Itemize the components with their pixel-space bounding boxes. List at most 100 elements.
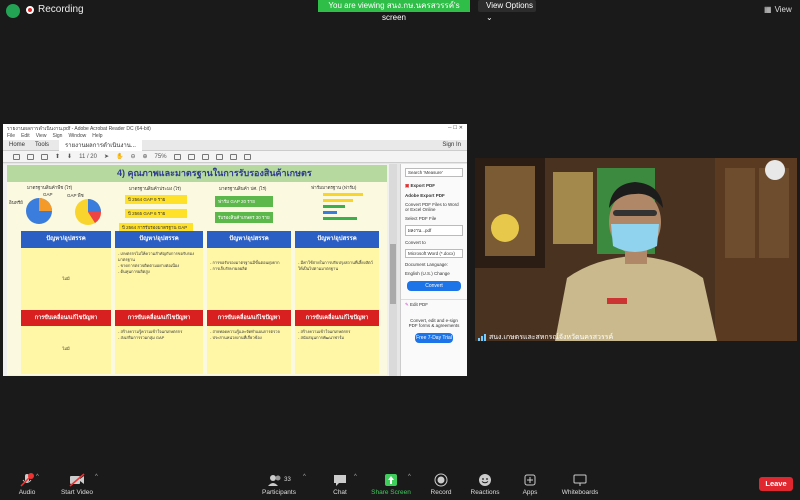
chart5-caption: ฟาร์มมาตรฐาน (ฟาร์ม) bbox=[311, 185, 357, 190]
shared-acrobat-window: รายงานผลการดำเนินงาน.pdf - Adobe Acrobat… bbox=[3, 124, 467, 376]
zoom-value[interactable]: 75% bbox=[155, 154, 167, 160]
reactions-label: Reactions bbox=[470, 489, 500, 496]
column-3-problem-header: ปัญหา/อุปสรรค bbox=[207, 231, 291, 248]
video-frame bbox=[475, 158, 797, 341]
menu-file[interactable]: File bbox=[7, 133, 15, 140]
grid-icon: ▦ bbox=[764, 5, 772, 14]
chart5-bar-3 bbox=[323, 205, 345, 208]
adobe-export-label: Adobe Export PDF bbox=[405, 193, 445, 198]
participants-icon: 33 bbox=[267, 473, 291, 487]
highlight-icon[interactable] bbox=[187, 153, 195, 160]
recording-label: Recording bbox=[38, 4, 84, 15]
share-screen-label: Share Screen bbox=[371, 489, 411, 496]
window-controls[interactable]: ─ ☐ ✕ bbox=[448, 125, 463, 132]
cursor-icon[interactable]: ➤ bbox=[104, 153, 109, 160]
leave-button[interactable]: Leave bbox=[759, 477, 793, 491]
search-icon[interactable] bbox=[41, 153, 48, 160]
page-indicator[interactable]: 11 / 20 bbox=[79, 154, 97, 160]
apps-button[interactable]: Apps bbox=[503, 473, 557, 496]
participant-count: 33 bbox=[284, 477, 291, 483]
participant-name-tag: สนง.เกษตรและสหกรณ์จังหวัดนครสวรรค์ bbox=[478, 332, 613, 343]
info-box-5: รับรองสินค้าเกษตร 30 ราย bbox=[215, 212, 273, 223]
zoom-out-icon[interactable]: ⊖ bbox=[130, 153, 135, 160]
draw-icon[interactable] bbox=[201, 153, 209, 160]
export-pdf-icon: ▣ bbox=[405, 183, 410, 188]
chart5-bar-1 bbox=[323, 193, 363, 196]
view-options-button[interactable]: View Options ⌄ bbox=[478, 0, 536, 22]
chat-button[interactable]: Chat bbox=[313, 473, 367, 496]
view-button[interactable]: ▦ View bbox=[764, 5, 792, 14]
next-page-icon[interactable]: ⬇ bbox=[67, 153, 72, 160]
save-icon[interactable] bbox=[13, 153, 20, 160]
sign-in-link[interactable]: Sign In bbox=[442, 142, 461, 148]
share-options-caret[interactable]: ^ bbox=[408, 474, 411, 480]
menu-edit[interactable]: Edit bbox=[21, 133, 30, 140]
chart1-caption: มาตรฐานสินค้าพืช (ไร่) bbox=[27, 185, 73, 190]
doc-language-label: Document Language: bbox=[405, 262, 449, 267]
panel-search-input[interactable]: Search 'Measure' bbox=[405, 168, 463, 177]
security-shield-icon[interactable] bbox=[6, 4, 20, 18]
microphone-icon bbox=[20, 473, 34, 487]
scrollbar-thumb[interactable] bbox=[390, 244, 396, 304]
audio-options-caret[interactable]: ^ bbox=[36, 474, 39, 480]
video-options-caret[interactable]: ^ bbox=[95, 474, 98, 480]
audio-label: Audio bbox=[18, 489, 36, 496]
participants-options-caret[interactable]: ^ bbox=[303, 474, 306, 480]
edit-pdf-icon: ✎ bbox=[405, 302, 409, 307]
column-4: ปัญหา/อุปสรรค - มีค่าใช้จ่ายในการปรับปรุ… bbox=[295, 231, 379, 374]
participant-name: สนง.เกษตรและสหกรณ์จังหวัดนครสวรรค์ bbox=[489, 334, 614, 341]
hand-icon[interactable]: ✋ bbox=[116, 153, 123, 160]
column-2-problem-header: ปัญหา/อุปสรรค bbox=[115, 231, 203, 248]
participants-button[interactable]: 33 Participants bbox=[252, 473, 306, 496]
tab-document[interactable]: รายงานผลการดำเนินงาน... bbox=[59, 139, 142, 151]
edit-pdf-link[interactable]: ✎ Edit PDF bbox=[401, 299, 467, 310]
edit-pdf-label: Edit PDF bbox=[410, 302, 429, 307]
cabinet-glass-left bbox=[485, 166, 535, 256]
prev-page-icon[interactable]: ⬆ bbox=[55, 153, 60, 160]
chat-label: Chat bbox=[333, 489, 347, 496]
audio-level-icon bbox=[478, 334, 486, 341]
column-3: ปัญหา/อุปสรรค - การขอรับรองมาตรฐานมีขั้น… bbox=[207, 231, 291, 374]
record-icon bbox=[434, 473, 448, 487]
audio-button[interactable]: Audio bbox=[0, 473, 54, 496]
export-pdf-heading[interactable]: ▣ Export PDF bbox=[401, 181, 467, 191]
cabinet-door-1 bbox=[725, 168, 755, 258]
tab-tools[interactable]: Tools bbox=[35, 142, 49, 148]
view-options-label: View Options bbox=[486, 1, 533, 10]
whiteboards-button[interactable]: Whiteboards bbox=[553, 473, 607, 496]
tab-home[interactable]: Home bbox=[9, 142, 25, 148]
column-4-solution-header: การขับเคลื่อน/แก้ไขปัญหา bbox=[295, 310, 379, 326]
uniform-ribbon bbox=[607, 298, 627, 304]
chart1-legend-b: อินทรีย์ bbox=[9, 200, 23, 205]
zoom-in-icon[interactable]: ⊕ bbox=[143, 153, 148, 160]
whiteboard-icon bbox=[573, 473, 587, 487]
language-value[interactable]: English (U.S.) Change bbox=[401, 269, 467, 278]
comment-icon[interactable] bbox=[173, 153, 181, 160]
share-icon[interactable] bbox=[243, 153, 251, 160]
chart2-pie-slice-secondary bbox=[88, 199, 101, 212]
select-file-label: Select PDF File bbox=[405, 216, 437, 221]
cabinet-door-2 bbox=[759, 168, 789, 258]
file-field[interactable]: ผลงาน...pdf bbox=[405, 225, 463, 236]
participant-video[interactable] bbox=[475, 158, 797, 341]
screen-share-banner: You are viewing สนง.กษ.นครสวรรค์'s scree… bbox=[318, 0, 470, 22]
convert-to-label: Convert to bbox=[405, 240, 426, 245]
export-pdf-panel: Search 'Measure' ▣ Export PDF Adobe Expo… bbox=[400, 164, 467, 376]
chat-options-caret[interactable]: ^ bbox=[354, 474, 357, 480]
chart5-bars bbox=[323, 193, 363, 220]
menu-view[interactable]: View bbox=[36, 133, 47, 140]
chart1-legend-a: GAP bbox=[43, 192, 53, 197]
chart5-bar-5 bbox=[323, 217, 357, 220]
format-select[interactable]: Microsoft Word (*.docx) bbox=[405, 249, 463, 258]
print-icon[interactable] bbox=[27, 153, 34, 160]
stamp-icon[interactable] bbox=[229, 153, 237, 160]
chart1-pie-slice-secondary bbox=[39, 198, 52, 211]
column-2-solution-body: - สร้างความรู้ความเข้าใจแก่เกษตรกร - ส่ง… bbox=[115, 326, 203, 374]
column-1-problem-body: ไม่มี bbox=[21, 248, 111, 310]
document-area[interactable]: 4) คุณภาพและมาตรฐานในการรับรองสินค้าเกษต… bbox=[3, 164, 397, 376]
reactions-icon bbox=[478, 473, 492, 487]
convert-button[interactable]: Convert bbox=[407, 281, 461, 291]
text-icon[interactable] bbox=[215, 153, 223, 160]
acrobat-title-bar: รายงานผลการดำเนินงาน.pdf - Adobe Acrobat… bbox=[3, 124, 467, 133]
free-trial-button[interactable]: Free 7-Day Trial bbox=[415, 333, 453, 343]
